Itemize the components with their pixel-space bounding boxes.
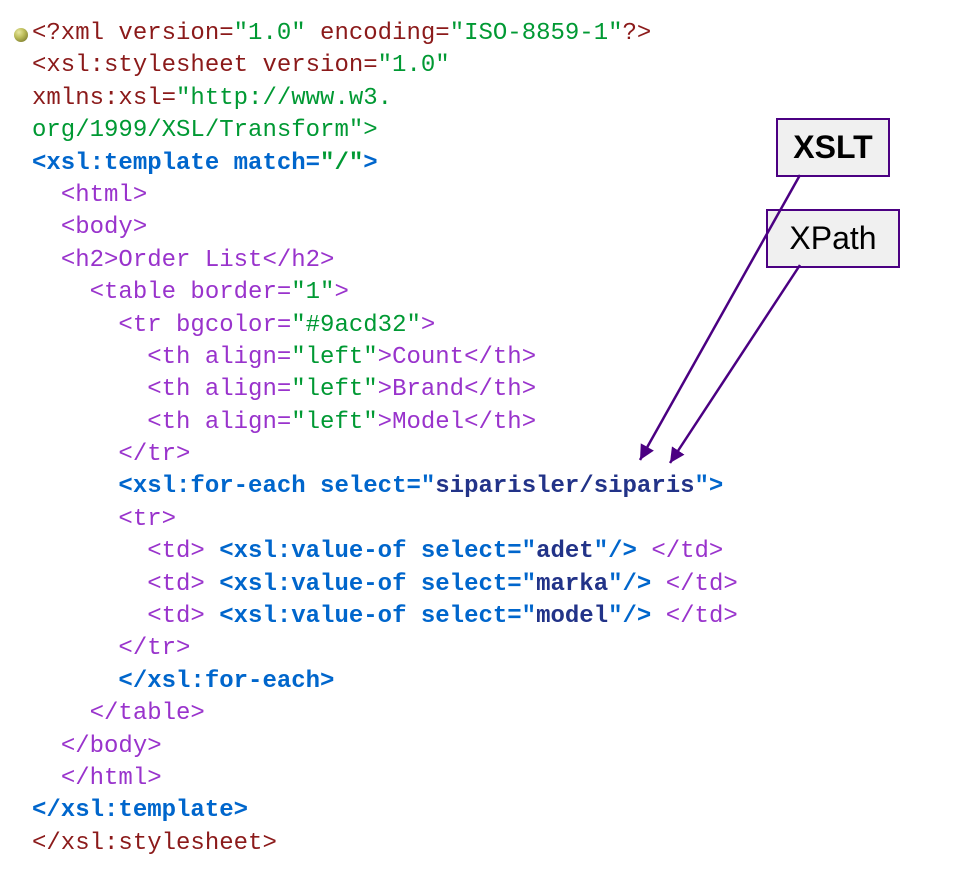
code-line: <body>: [32, 214, 147, 241]
code-line: <th align="left">Model</th>: [32, 409, 536, 436]
xslt-label-box: XSLT: [776, 118, 890, 177]
code-line: <table border="1">: [32, 279, 349, 306]
code-line: </tr>: [32, 441, 190, 468]
code-line: </table>: [32, 700, 205, 727]
code-line: <td> <xsl:value-of select="model"/> </td…: [32, 603, 738, 630]
code-line: <xsl:template match="/">: [32, 150, 378, 177]
code-line: xmlns:xsl="http://www.w3.: [32, 85, 392, 112]
code-line: <h2>Order List</h2>: [32, 247, 334, 274]
xslt-label-text: XSLT: [793, 129, 872, 165]
code-line: <?xml version="1.0" encoding="ISO-8859-1…: [32, 20, 651, 47]
xpath-label-text: XPath: [789, 220, 876, 256]
code-line: <th align="left">Count</th>: [32, 344, 536, 371]
code-line: <html>: [32, 182, 147, 209]
code-line: </tr>: [32, 635, 190, 662]
code-line: <xsl:for-each select="siparisler/siparis…: [32, 473, 723, 500]
code-line: </xsl:stylesheet>: [32, 830, 277, 857]
code-line: <tr bgcolor="#9acd32">: [32, 312, 435, 339]
code-line: <th align="left">Brand</th>: [32, 376, 536, 403]
code-line: <td> <xsl:value-of select="marka"/> </td…: [32, 571, 738, 598]
code-line: <tr>: [32, 506, 176, 533]
code-line: org/1999/XSL/Transform">: [32, 117, 378, 144]
code-line: </xsl:for-each>: [32, 668, 334, 695]
code-line: </xsl:template>: [32, 797, 248, 824]
code-line: </body>: [32, 733, 162, 760]
code-line: <xsl:stylesheet version="1.0": [32, 52, 450, 79]
code-line: </html>: [32, 765, 162, 792]
xpath-label-box: XPath: [766, 209, 900, 268]
code-line: <td> <xsl:value-of select="adet"/> </td>: [32, 538, 723, 565]
